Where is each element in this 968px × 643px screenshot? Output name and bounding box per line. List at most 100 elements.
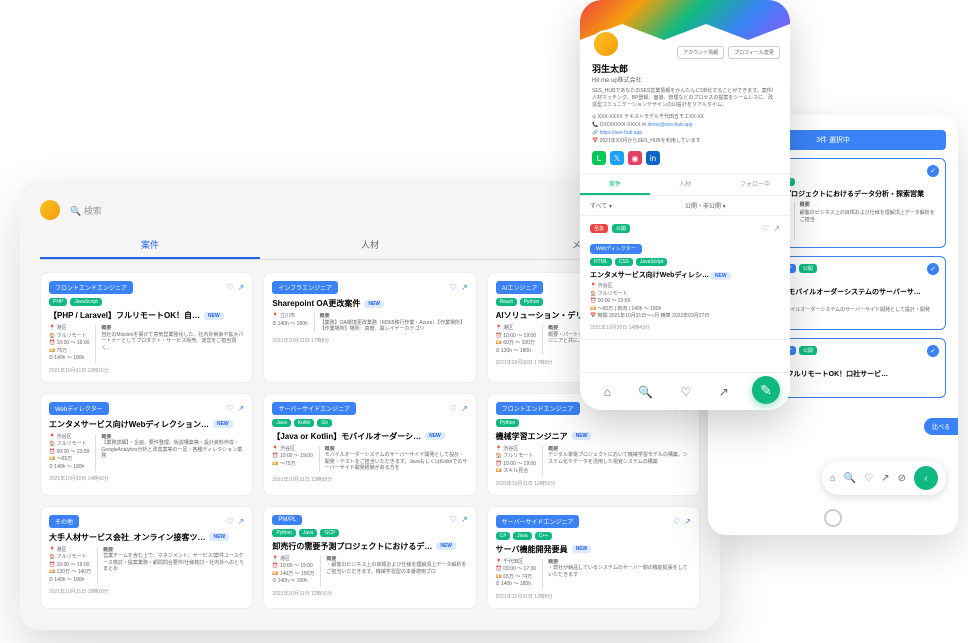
check-icon[interactable]: ✓: [927, 263, 939, 275]
tech-tag: GCP: [320, 529, 339, 537]
avatar[interactable]: [40, 200, 60, 220]
tech-tag: Python: [272, 529, 296, 537]
share-icon[interactable]: ↗: [684, 517, 691, 526]
heart-icon[interactable]: ♡: [681, 385, 692, 399]
project-card[interactable]: PM/PL ♡↗ PythonJavaGCP 卸売行の需要予測プロジェクトにおけ…: [263, 506, 476, 609]
heart-icon[interactable]: ♡: [226, 517, 233, 526]
heart-icon[interactable]: ♡: [450, 515, 457, 524]
share-icon[interactable]: ↗: [238, 517, 245, 526]
project-card[interactable]: サーバーサイドエンジニア ♡↗ C#JavaC++ サーバ機能開発要員NEW 📍…: [487, 506, 700, 609]
tech-tag: React: [496, 298, 517, 306]
edit-profile-button[interactable]: プロフィール変更: [728, 46, 780, 59]
project-card[interactable]: その他 ♡↗ 大手人材サービス会社_オンライン接客ツ…NEW 📍 港区🏠 フルリ…: [40, 506, 253, 609]
project-card[interactable]: Webディレクター ♡↗ エンタメサービス向けWebディレクション…NEW 📍 …: [40, 393, 253, 496]
card-meta: 📍 渋谷区🏠 フルリモート⏰ 10:00 〜 19:00💴 スキル見合: [496, 446, 536, 476]
heart-icon[interactable]: ♡: [673, 517, 680, 526]
status-badge: 公開: [799, 264, 817, 273]
fab-add[interactable]: ✎: [752, 376, 780, 404]
tech-tag: HTML: [590, 258, 612, 266]
check-icon[interactable]: ✓: [927, 165, 939, 177]
card-desc: 概要デジタル家電プロジェクトにおいて機械学習モデルの構築、システム化やデータを活…: [542, 446, 691, 476]
profile-section: アカウント情報 プロフィール変更 羽生太郎 Hit me up株式会社 SES_…: [580, 40, 790, 173]
card-title: 【PHP / Laravel】フルリモートOK！自…: [49, 310, 200, 321]
project-card[interactable]: インフラエンジニア ♡↗ Sharepoint OA更改案件NEW 📍 立川市⏱…: [263, 272, 476, 383]
card-desc: 概要自社のMissionを掲げて意気営業強化した、社内外競争や拡大パートナーとし…: [95, 325, 244, 363]
card-title: 機械学習エンジニア: [496, 431, 568, 442]
share-icon[interactable]: ↗: [238, 404, 245, 413]
filter-visibility[interactable]: 公開・非公開 ▾: [685, 201, 780, 210]
project-card[interactable]: フロントエンドエンジニア ♡↗ PHPJavaScript 【PHP / Lar…: [40, 272, 253, 383]
role-badge: AIエンジニア: [496, 281, 544, 294]
profile-contact: ◎ XXX-XXXX テキストモデル千代田五モエXX-XX 📞 OXO/XXXX…: [592, 113, 778, 145]
home-icon[interactable]: ⌂: [830, 473, 836, 484]
card-date: 2021年10月31日 13時15分: [49, 367, 244, 374]
card-title: 大手人材サービス会社_オンライン接客ツ…: [49, 532, 205, 543]
card-desc: 概要・弊社が納品しているシステムのサーバー側の機能拡張をしていただきます: [542, 559, 691, 589]
tab-talent[interactable]: 人材: [260, 232, 480, 259]
project-card[interactable]: サーバーサイドエンジニア ♡↗ JavaKotlinGo 【Java or Ko…: [263, 393, 476, 496]
card-desc: 概要【業務】OA環境更改業務（M365移行作業・Azure）【作業場所】【作業場…: [314, 313, 468, 333]
check-icon[interactable]: ⊘: [898, 473, 906, 484]
card-meta: 📍 千代田区⏰ 09:00 〜 17:30💴 65万 〜 74万⏱ 140h 〜…: [496, 559, 536, 589]
card-date: 2021年10月31日 12時8分: [496, 593, 691, 600]
phone-tab-follow[interactable]: フォロー中: [720, 174, 790, 195]
home-button[interactable]: [824, 509, 842, 527]
role-badge: サーバーサイドエンジニア: [272, 402, 356, 415]
address-text: ◎ XXX-XXXX テキストモデル千代田五モエXX-XX: [592, 113, 778, 121]
search-icon[interactable]: 🔍: [638, 385, 653, 399]
card-title: サーバ機能開発要員: [496, 544, 568, 555]
card-meta: 📍 立川市⏱ 140h 〜 180h: [272, 313, 307, 333]
profile-description: SES_HUBであなたのSES営業情報をかんたんにDB化することができます。案件…: [592, 88, 778, 109]
share-icon[interactable]: ↗: [773, 224, 780, 233]
tab-projects[interactable]: 案件: [40, 232, 260, 259]
role-badge: Webディレクター: [590, 244, 642, 254]
profile-avatar[interactable]: [592, 30, 620, 58]
tech-tag: Python: [520, 298, 544, 306]
new-badge: NEW: [213, 420, 233, 428]
home-icon[interactable]: ⌂: [604, 385, 611, 399]
role-badge: その他: [49, 515, 79, 528]
tech-tag: JavaScript: [70, 298, 101, 306]
heart-icon[interactable]: ♡: [450, 404, 457, 413]
share-icon[interactable]: ↗: [461, 404, 468, 413]
new-badge: NEW: [572, 545, 592, 553]
phone-tab-talent[interactable]: 人材: [650, 174, 720, 195]
urgent-badge: 至急: [590, 224, 608, 233]
tech-tag: C++: [535, 532, 552, 540]
filter-all[interactable]: すべて ▾: [590, 201, 685, 210]
card-title: 卸売行の需要予測プロジェクトにおけるデ…: [272, 541, 432, 552]
heart-icon[interactable]: ♡: [226, 404, 233, 413]
new-badge: NEW: [572, 432, 592, 440]
edit-icon[interactable]: ↗: [881, 473, 889, 484]
tel-text: 📞 OXO/XXXX-XXXX ✉ demo@ses-hub.app: [592, 121, 778, 129]
share-icon[interactable]: ↗: [461, 283, 468, 292]
share-icon[interactable]: ↗: [461, 515, 468, 524]
card-date: 2021年10月31日 17時8分: [272, 337, 467, 344]
tech-tag: Kotlin: [294, 419, 315, 427]
line-icon[interactable]: L: [592, 151, 606, 165]
phone-tab-projects[interactable]: 案件: [580, 174, 650, 195]
fab-add[interactable]: ‹: [914, 466, 938, 490]
check-icon[interactable]: ✓: [927, 345, 939, 357]
share-icon[interactable]: ↗: [238, 283, 245, 292]
new-badge: NEW: [204, 312, 224, 320]
new-badge: NEW: [425, 432, 445, 440]
tech-tag: Go: [317, 419, 332, 427]
url-link[interactable]: 🔗 https://ses-hub.app: [592, 129, 778, 137]
linkedin-icon[interactable]: in: [646, 151, 660, 165]
heart-icon[interactable]: ♡: [762, 224, 769, 233]
instagram-icon[interactable]: ◉: [628, 151, 642, 165]
edit-icon[interactable]: ↗: [719, 385, 729, 399]
search-icon[interactable]: 🔍: [844, 473, 856, 484]
twitter-icon[interactable]: 𝕏: [610, 151, 624, 165]
card-meta: 📍 港区🏠 フルリモート⏰ 10:00 〜 19:00💴 130万 〜 140万…: [49, 547, 91, 585]
compare-button[interactable]: 比べる: [924, 418, 958, 435]
card-desc: 概要営業チームを含む上で、マネジメント、サービス/案件ユースケース検討・提案業務…: [97, 547, 244, 585]
account-info-button[interactable]: アカウント情報: [677, 46, 724, 59]
social-icons: L 𝕏 ◉ in: [592, 151, 778, 165]
card-title: エンタメサービス向けWebディレクション…: [49, 419, 209, 430]
heart-icon[interactable]: ♡: [450, 283, 457, 292]
phone-card[interactable]: 至急 公開 ♡↗ Webディレクター HTMLCSSJavaScript エンタ…: [580, 216, 790, 340]
heart-icon[interactable]: ♡: [226, 283, 233, 292]
heart-icon[interactable]: ♡: [864, 473, 873, 484]
